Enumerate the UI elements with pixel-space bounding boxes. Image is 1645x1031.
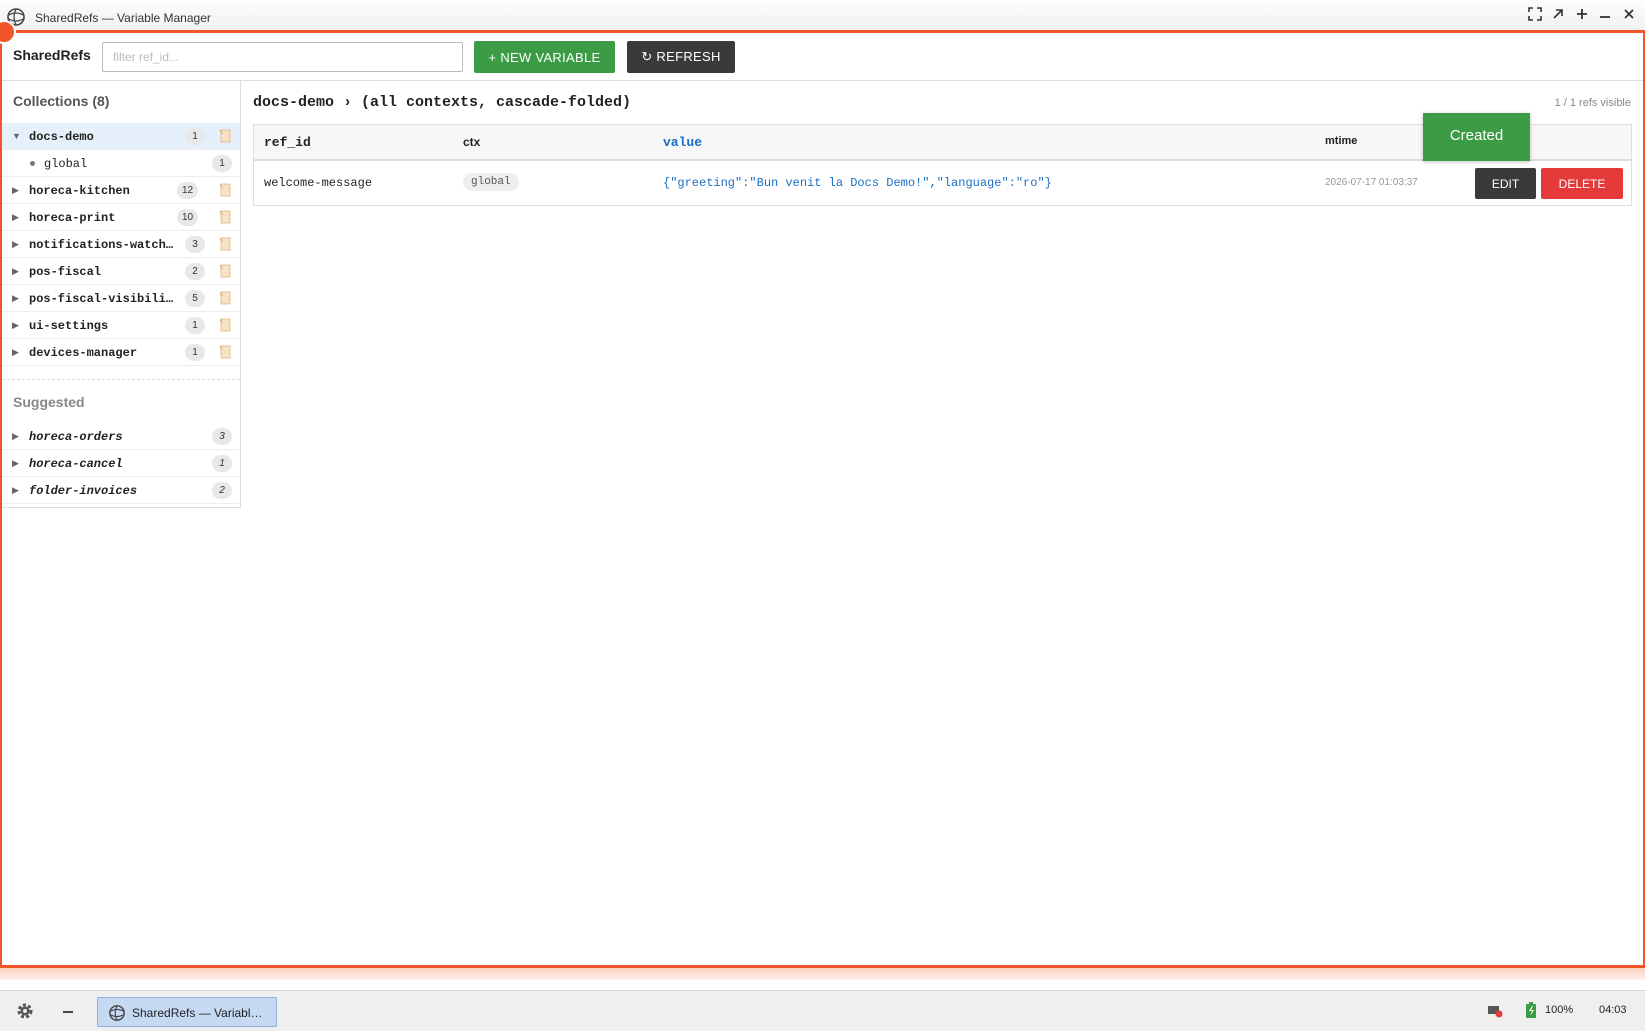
- refresh-button[interactable]: ↻ REFRESH: [627, 41, 735, 73]
- collection-item-devices-manager[interactable]: ▶ devices-manager 1: [2, 339, 240, 366]
- note-icon[interactable]: [219, 183, 231, 197]
- sidebar: Collections (8) ▼ docs-demo 1 global 1 ▶…: [2, 81, 241, 508]
- collapsed-arrow-icon: ▶: [12, 212, 19, 222]
- collapsed-arrow-icon: ▶: [12, 458, 19, 468]
- count-badge: 12: [177, 182, 199, 199]
- suggested-name: folder-invoices: [29, 484, 138, 498]
- collapsed-arrow-icon: ▶: [12, 266, 19, 276]
- collapsed-arrow-icon: ▶: [12, 293, 19, 303]
- note-icon[interactable]: [219, 210, 231, 224]
- collection-item-pos-fiscal-visibility[interactable]: ▶ pos-fiscal-visibili… 5: [2, 285, 240, 312]
- search-input[interactable]: [102, 42, 463, 72]
- window-title: SharedRefs — Variable Manager: [35, 11, 211, 25]
- value-cell[interactable]: {"greeting":"Bun venit la Docs Demo!","l…: [663, 176, 1052, 190]
- note-icon[interactable]: [219, 318, 231, 332]
- collection-item-notifications-watch[interactable]: ▶ notifications-watch… 3: [2, 231, 240, 258]
- collections-heading: Collections (8): [13, 93, 110, 109]
- maximize-icon[interactable]: [1572, 6, 1592, 26]
- page-title: docs-demo › (all contexts, cascade-folde…: [253, 94, 632, 111]
- window-shadow: [0, 968, 1645, 980]
- table-row: welcome-message global {"greeting":"Bun …: [254, 161, 1631, 205]
- battery-icon[interactable]: [1526, 1002, 1536, 1018]
- collapsed-arrow-icon: ▶: [12, 320, 19, 330]
- count-badge: 1: [185, 317, 205, 334]
- pop-out-icon[interactable]: [1548, 6, 1568, 26]
- collection-name: notifications-watch…: [29, 238, 174, 252]
- column-ctx[interactable]: ctx: [463, 135, 480, 149]
- collection-name: horeca-print: [29, 211, 116, 225]
- collapsed-arrow-icon: ▶: [12, 239, 19, 249]
- collapsed-arrow-icon: ▶: [12, 185, 19, 195]
- app-toolbar: SharedRefs + NEW VARIABLE ↻ REFRESH: [2, 33, 1643, 81]
- close-icon[interactable]: [1619, 6, 1639, 26]
- context-item-global[interactable]: global 1: [2, 150, 240, 177]
- count-badge: 2: [185, 263, 205, 280]
- collection-item-docs-demo[interactable]: ▼ docs-demo 1: [2, 123, 240, 150]
- expanded-arrow-icon: ▼: [12, 131, 21, 141]
- count-badge: 1: [212, 155, 232, 172]
- minimize-icon[interactable]: [1595, 6, 1615, 26]
- collection-item-pos-fiscal[interactable]: ▶ pos-fiscal 2: [2, 258, 240, 285]
- suggested-item-horeca-orders[interactable]: ▶ horeca-orders 3: [2, 423, 240, 450]
- section-divider: [2, 379, 240, 380]
- suggested-heading: Suggested: [13, 394, 85, 410]
- count-badge: 1: [185, 128, 205, 145]
- note-icon[interactable]: [219, 264, 231, 278]
- collapsed-arrow-icon: ▶: [12, 485, 19, 495]
- collapsed-arrow-icon: ▶: [12, 347, 19, 357]
- suggested-item-horeca-cancel[interactable]: ▶ horeca-cancel 1: [2, 450, 240, 477]
- collection-item-ui-settings[interactable]: ▶ ui-settings 1: [2, 312, 240, 339]
- note-icon[interactable]: [219, 291, 231, 305]
- count-badge: 1: [185, 344, 205, 361]
- count-badge: 2: [212, 482, 232, 499]
- suggested-item-folder-invoices[interactable]: ▶ folder-invoices 2: [2, 477, 240, 504]
- note-icon[interactable]: [219, 237, 231, 251]
- count-badge: 10: [177, 209, 199, 226]
- count-badge: 3: [212, 428, 232, 445]
- suggested-name: horeca-cancel: [29, 457, 123, 471]
- app-window: SharedRefs — Variable Manager SharedRefs…: [0, 0, 1645, 990]
- collection-name: horeca-kitchen: [29, 184, 130, 198]
- collection-item-horeca-print[interactable]: ▶ horeca-print 10: [2, 204, 240, 231]
- column-ref-id[interactable]: ref_id: [264, 135, 311, 150]
- taskbar-task-sharedrefs[interactable]: SharedRefs — Variabl…: [97, 997, 277, 1027]
- new-variable-button[interactable]: + NEW VARIABLE: [474, 41, 615, 73]
- column-value[interactable]: value: [663, 135, 702, 150]
- taskbar: SharedRefs — Variabl… 100% 04:03: [0, 990, 1645, 1031]
- collection-name: pos-fiscal-visibili…: [29, 292, 174, 306]
- toast-notification: Created: [1423, 113, 1530, 161]
- mtime-cell: 2026-07-17 01:03:37: [1325, 177, 1418, 188]
- ref-id-cell: welcome-message: [264, 176, 373, 190]
- edit-button[interactable]: EDIT: [1475, 168, 1536, 199]
- collection-name: docs-demo: [29, 130, 94, 144]
- fullscreen-icon[interactable]: [1525, 6, 1545, 26]
- battery-level: 100%: [1545, 1004, 1574, 1016]
- brand-label: SharedRefs: [13, 47, 91, 63]
- count-badge: 5: [185, 290, 205, 307]
- network-disconnected-icon[interactable]: [1487, 1004, 1503, 1018]
- taskbar-task-label: SharedRefs — Variabl…: [132, 1006, 263, 1020]
- refs-visible-count: 1 / 1 refs visible: [1554, 97, 1631, 109]
- collection-name: pos-fiscal: [29, 265, 102, 279]
- count-badge: 1: [212, 455, 232, 472]
- collection-item-horeca-kitchen[interactable]: ▶ horeca-kitchen 12: [2, 177, 240, 204]
- gear-icon[interactable]: [15, 1001, 35, 1021]
- ctx-badge: global: [463, 173, 519, 191]
- column-mtime[interactable]: mtime: [1325, 135, 1357, 147]
- delete-button[interactable]: DELETE: [1541, 168, 1623, 199]
- context-name: global: [44, 157, 88, 171]
- note-icon[interactable]: [219, 129, 231, 143]
- count-badge: 3: [185, 236, 205, 253]
- suggested-name: horeca-orders: [29, 430, 123, 444]
- collapsed-arrow-icon: ▶: [12, 431, 19, 441]
- collection-name: devices-manager: [29, 346, 138, 360]
- collection-name: ui-settings: [29, 319, 109, 333]
- note-icon[interactable]: [219, 345, 231, 359]
- app-icon: [109, 1005, 125, 1021]
- title-bar: SharedRefs — Variable Manager: [0, 0, 1645, 33]
- clock[interactable]: 04:03: [1599, 1004, 1627, 1016]
- show-desktop-icon[interactable]: [63, 1011, 73, 1013]
- bullet-icon: [30, 161, 35, 166]
